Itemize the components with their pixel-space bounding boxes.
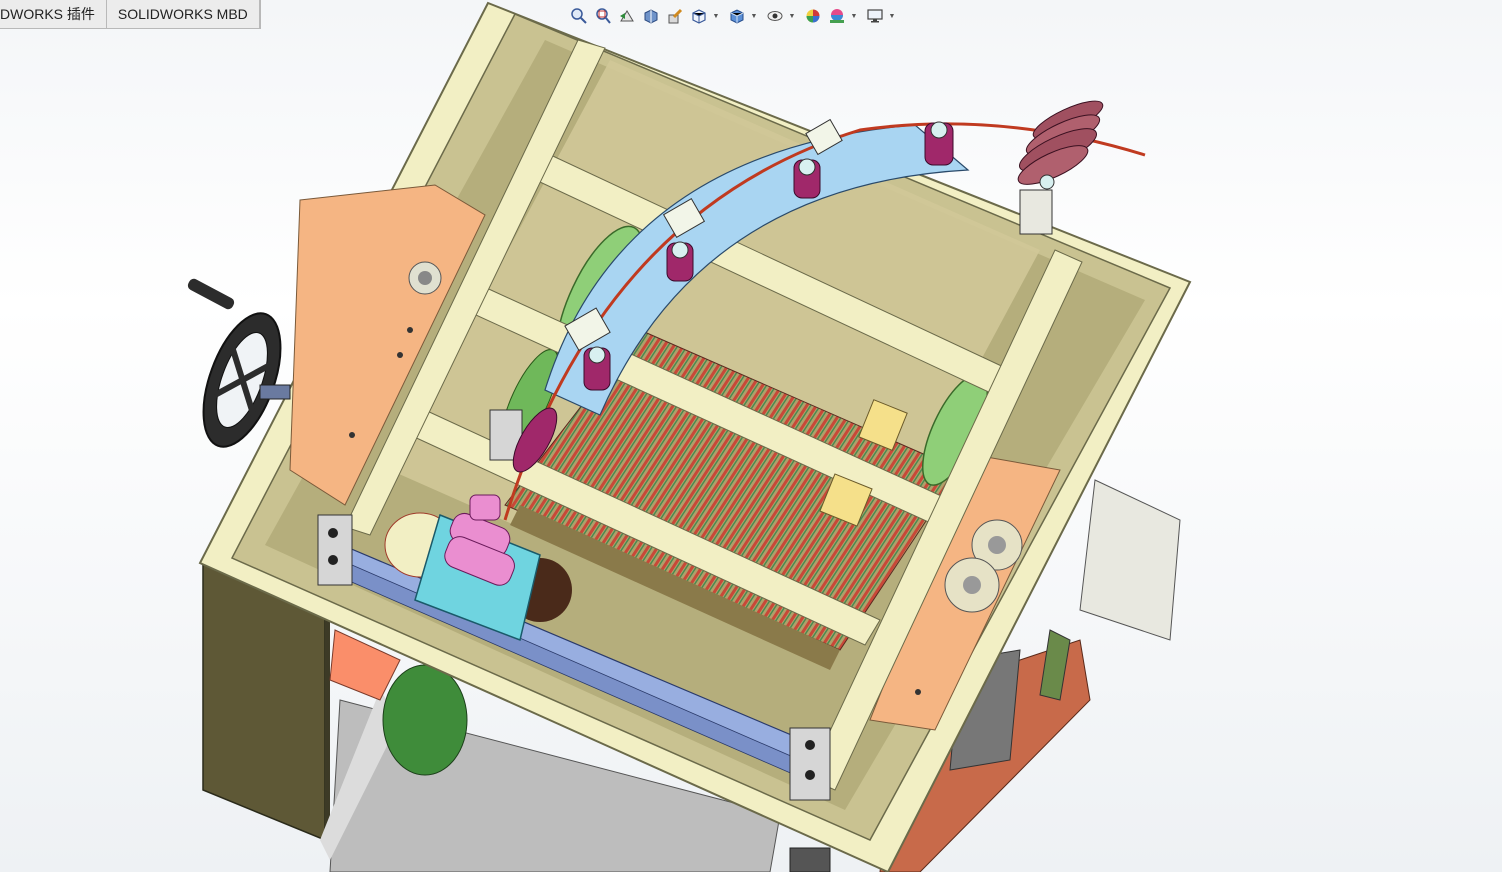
graphics-area[interactable] xyxy=(0,0,1502,872)
tension-pulley xyxy=(1017,100,1104,235)
